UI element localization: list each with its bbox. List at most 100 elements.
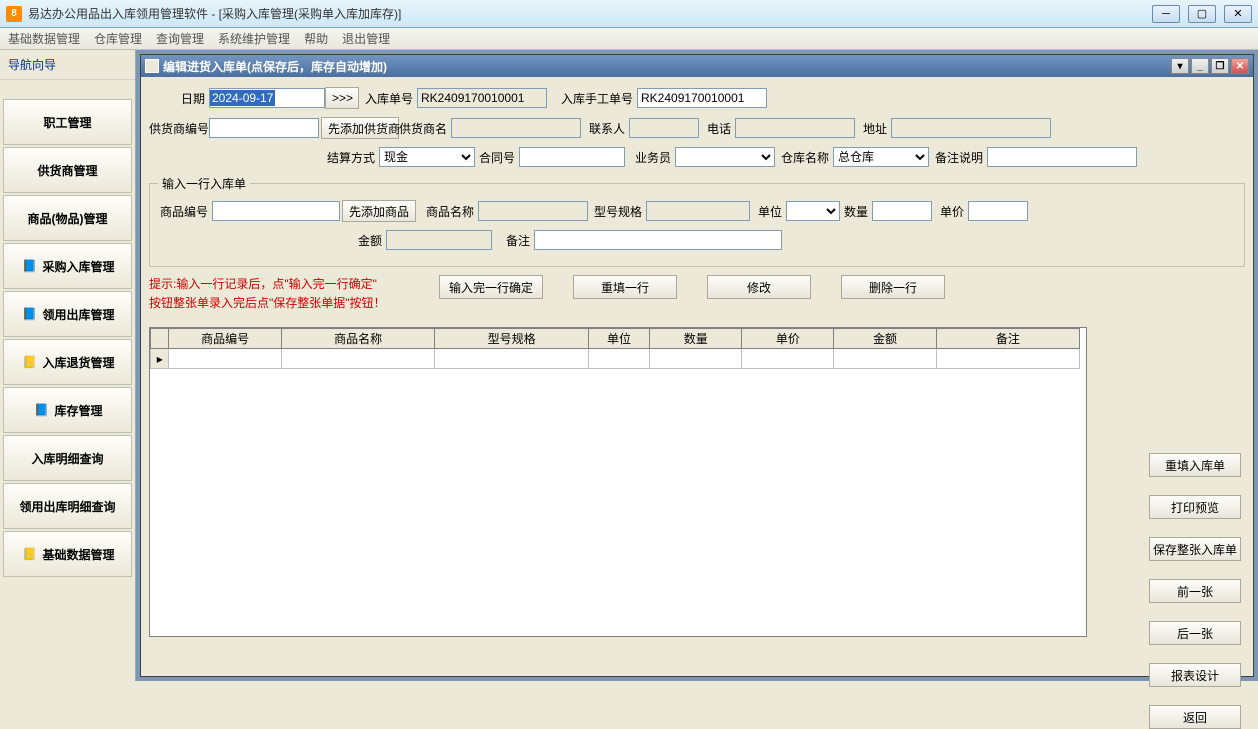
contact-label: 联系人 xyxy=(581,120,629,137)
window-title: 易达办公用品出入库领用管理软件 - [采购入库管理(采购单入库加库存)] xyxy=(28,5,1152,22)
warehouse-label: 仓库名称 xyxy=(775,149,833,166)
add-product-button[interactable]: 先添加商品 xyxy=(342,200,416,222)
inner-restore-button[interactable]: ❐ xyxy=(1211,58,1229,74)
maximize-button[interactable]: ▢ xyxy=(1188,5,1216,23)
phone-label: 电话 xyxy=(699,120,735,137)
nav-issue-out[interactable]: 📘领用出库管理 xyxy=(3,291,132,337)
delete-line-button[interactable]: 删除一行 xyxy=(841,275,945,299)
warehouse-select[interactable]: 总仓库 xyxy=(833,147,929,167)
line-table[interactable]: 商品编号 商品名称 型号规格 单位 数量 单价 金额 备注 xyxy=(150,328,1080,369)
sidebar: 导航向导 职工管理 供货商管理 商品(物品)管理 📘采购入库管理 📘领用出库管理… xyxy=(0,50,136,681)
product-code-label: 商品编号 xyxy=(158,203,212,220)
price-label: 单价 xyxy=(932,203,968,220)
save-doc-button[interactable]: 保存整张入库单 xyxy=(1149,537,1241,561)
nav-base-data[interactable]: 📒基础数据管理 xyxy=(3,531,132,577)
th-qty: 数量 xyxy=(650,329,742,349)
supplier-name-label: 供货商名 xyxy=(399,120,451,137)
next-doc-button[interactable]: 后一张 xyxy=(1149,621,1241,645)
book-icon: 📘 xyxy=(32,401,50,419)
nav-purchase-in[interactable]: 📘采购入库管理 xyxy=(3,243,132,289)
paymode-select[interactable]: 现金 xyxy=(379,147,475,167)
refill-line-button[interactable]: 重填一行 xyxy=(573,275,677,299)
remark-input[interactable] xyxy=(534,230,782,250)
th-price: 单价 xyxy=(742,329,834,349)
nav-return-in[interactable]: 📒入库退货管理 xyxy=(3,339,132,385)
menu-item[interactable]: 查询管理 xyxy=(156,30,204,47)
price-input[interactable] xyxy=(968,201,1028,221)
line-fieldset: 输入一行入库单 商品编号 先添加商品 商品名称 型号规格 单位 数量 单价 xyxy=(149,175,1245,267)
date-label: 日期 xyxy=(149,90,209,107)
amount-input xyxy=(386,230,492,250)
app-icon: 8 xyxy=(6,6,22,22)
supplier-code-input[interactable] xyxy=(209,118,319,138)
report-design-button[interactable]: 报表设计 xyxy=(1149,663,1241,687)
rkno-input xyxy=(417,88,547,108)
th-remark: 备注 xyxy=(936,329,1079,349)
close-button[interactable]: ✕ xyxy=(1224,5,1252,23)
menu-item[interactable]: 帮助 xyxy=(304,30,328,47)
unit-label: 单位 xyxy=(750,203,786,220)
note-input[interactable] xyxy=(987,147,1137,167)
product-name-label: 商品名称 xyxy=(416,203,478,220)
rkno-label: 入库单号 xyxy=(359,90,417,107)
row-marker-header xyxy=(151,329,169,349)
menu-item[interactable]: 基础数据管理 xyxy=(8,30,80,47)
qty-input[interactable] xyxy=(872,201,932,221)
mdi-area: 编辑进货入库单(点保存后，库存自动增加) ▾ _ ❐ ✕ 日期 2024-09-… xyxy=(136,50,1258,681)
modify-button[interactable]: 修改 xyxy=(707,275,811,299)
product-name-input xyxy=(478,201,588,221)
menu-item[interactable]: 退出管理 xyxy=(342,30,390,47)
sidebar-header: 导航向导 xyxy=(0,50,135,80)
book-icon: 📒 xyxy=(20,545,38,563)
supplier-code-label: 供货商编号 xyxy=(149,120,209,137)
contract-label: 合同号 xyxy=(475,149,519,166)
hint-text: 提示:输入一行记录后，点"输入完一行确定" 按钮整张单录入完后点"保存整张单据"… xyxy=(149,275,439,313)
th-spec: 型号规格 xyxy=(435,329,588,349)
nav-stock[interactable]: 📘库存管理 xyxy=(3,387,132,433)
spec-label: 型号规格 xyxy=(588,203,646,220)
qty-label: 数量 xyxy=(840,203,872,220)
refill-doc-button[interactable]: 重填入库单 xyxy=(1149,453,1241,477)
row-indicator-icon: ▸ xyxy=(151,349,169,369)
phone-input xyxy=(735,118,855,138)
spec-input xyxy=(646,201,750,221)
contact-input xyxy=(629,118,699,138)
th-amount: 金额 xyxy=(834,329,936,349)
menu-item[interactable]: 系统维护管理 xyxy=(218,30,290,47)
nav-supplier[interactable]: 供货商管理 xyxy=(3,147,132,193)
salesman-select[interactable] xyxy=(675,147,775,167)
inner-min2-button[interactable]: _ xyxy=(1191,58,1209,74)
supplier-name-input xyxy=(451,118,581,138)
menu-item[interactable]: 仓库管理 xyxy=(94,30,142,47)
minimize-button[interactable]: ─ xyxy=(1152,5,1180,23)
print-preview-button[interactable]: 打印预览 xyxy=(1149,495,1241,519)
remark-label: 备注 xyxy=(492,232,534,249)
addr-label: 地址 xyxy=(855,120,891,137)
nav-employee[interactable]: 职工管理 xyxy=(3,99,132,145)
product-code-input[interactable] xyxy=(212,201,340,221)
back-button[interactable]: 返回 xyxy=(1149,705,1241,729)
inner-min-button[interactable]: ▾ xyxy=(1171,58,1189,74)
prev-doc-button[interactable]: 前一张 xyxy=(1149,579,1241,603)
table-row[interactable]: ▸ xyxy=(151,349,1080,369)
menu-bar: 基础数据管理 仓库管理 查询管理 系统维护管理 帮助 退出管理 xyxy=(0,28,1258,50)
nav-in-detail[interactable]: 入库明细查询 xyxy=(3,435,132,481)
note-label: 备注说明 xyxy=(929,149,987,166)
confirm-line-button[interactable]: 输入完一行确定 xyxy=(439,275,543,299)
inner-title-bar: 编辑进货入库单(点保存后，库存自动增加) ▾ _ ❐ ✕ xyxy=(141,55,1253,77)
contract-input[interactable] xyxy=(519,147,625,167)
paymode-label: 结算方式 xyxy=(149,149,379,166)
nav-product[interactable]: 商品(物品)管理 xyxy=(3,195,132,241)
inner-title-text: 编辑进货入库单(点保存后，库存自动增加) xyxy=(163,58,1171,75)
side-button-group: 重填入库单 打印预览 保存整张入库单 前一张 后一张 报表设计 返回 xyxy=(1149,453,1241,729)
inner-close-button[interactable]: ✕ xyxy=(1231,58,1249,74)
nav-out-detail[interactable]: 领用出库明细查询 xyxy=(3,483,132,529)
date-input[interactable]: 2024-09-17 xyxy=(209,88,325,108)
unit-select[interactable] xyxy=(786,201,840,221)
manual-input[interactable] xyxy=(637,88,767,108)
th-name: 商品名称 xyxy=(281,329,434,349)
date-picker-button[interactable]: >>> xyxy=(325,87,359,109)
book-icon: 📘 xyxy=(20,305,38,323)
book-icon: 📘 xyxy=(20,257,38,275)
add-supplier-button[interactable]: 先添加供货商 xyxy=(321,117,399,139)
